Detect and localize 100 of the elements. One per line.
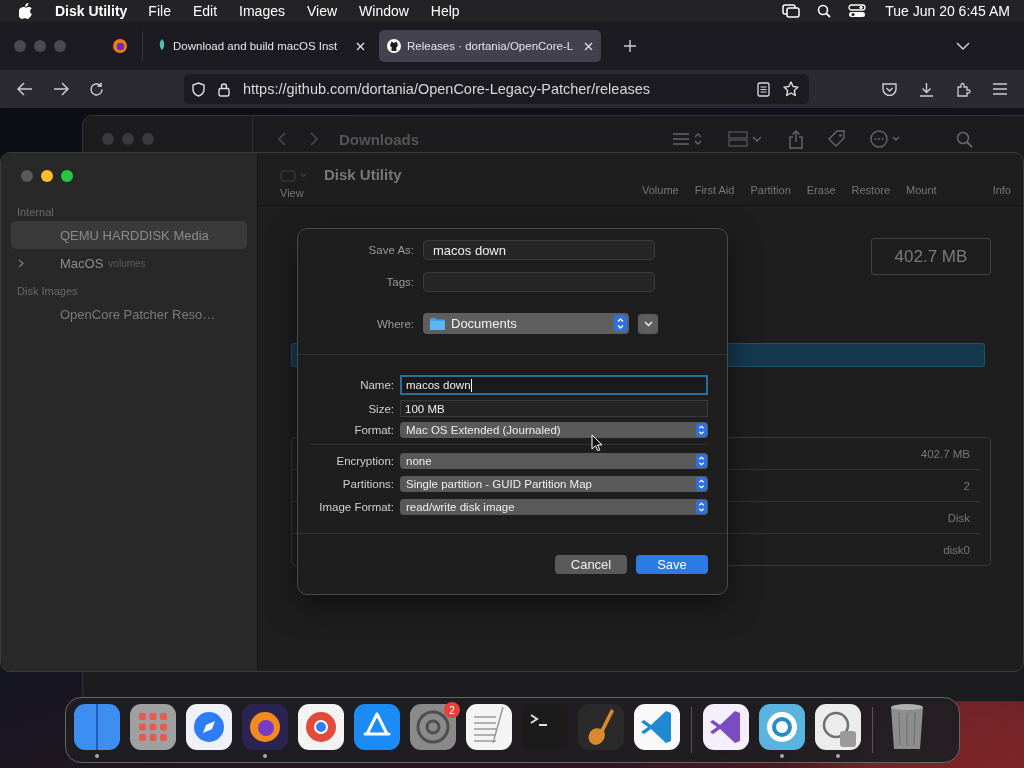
minimize-dot[interactable] bbox=[41, 170, 53, 182]
zoom-dot[interactable] bbox=[54, 40, 66, 52]
notification-badge: 2 bbox=[444, 702, 460, 718]
table-cell: Disk bbox=[947, 511, 970, 524]
app-icon[interactable] bbox=[577, 702, 625, 751]
menu-item[interactable]: Window bbox=[359, 3, 409, 19]
toolbar-button[interactable]: Restore bbox=[843, 162, 899, 196]
url-text: https://github.com/dortania/OpenCore-Legacy-Patcher/releases bbox=[243, 81, 651, 97]
app-icon[interactable] bbox=[353, 702, 401, 751]
app-icon[interactable] bbox=[814, 702, 862, 751]
menu-item[interactable]: Edit bbox=[192, 3, 218, 19]
shield-icon bbox=[192, 81, 205, 97]
app-icon[interactable] bbox=[465, 702, 513, 751]
toolbar-button[interactable]: Erase bbox=[798, 162, 844, 196]
chevron-down-icon bbox=[643, 320, 653, 327]
table-cell: 402.7 MB bbox=[920, 447, 970, 460]
field-label: Name: bbox=[359, 379, 394, 391]
more-icon[interactable] bbox=[870, 130, 902, 148]
folder-icon bbox=[430, 317, 445, 330]
zoom-dot[interactable] bbox=[142, 133, 154, 145]
close-dot[interactable] bbox=[14, 40, 26, 52]
control-center-icon[interactable] bbox=[848, 4, 867, 18]
screen-mirroring-icon[interactable] bbox=[782, 4, 801, 18]
menu-icon[interactable] bbox=[993, 83, 1007, 95]
apple-icon[interactable] bbox=[19, 3, 33, 19]
sidebar-item[interactable]: QEMU HARDDISK Media bbox=[11, 221, 247, 249]
close-dot[interactable] bbox=[21, 170, 33, 182]
stepper-icon bbox=[614, 315, 627, 332]
save-as-field[interactable]: macos down bbox=[423, 240, 655, 260]
pocket-icon[interactable] bbox=[882, 82, 897, 96]
stepper-icon bbox=[696, 500, 707, 514]
toolbar-button[interactable]: Info bbox=[984, 162, 1019, 196]
input-field[interactable]: macos down bbox=[400, 375, 708, 395]
share-icon[interactable] bbox=[788, 129, 804, 149]
window-title: Downloads bbox=[339, 130, 419, 148]
toolbar-button[interactable]: First Aid bbox=[686, 162, 743, 196]
new-tab-icon[interactable] bbox=[624, 40, 636, 52]
cat-icon bbox=[387, 39, 401, 53]
sidebar-heading: Internal bbox=[16, 206, 55, 218]
window-title: Disk Utility bbox=[324, 165, 402, 183]
browser-tab[interactable]: Download and build macOS Inst bbox=[147, 30, 373, 62]
field-label: Partitions: bbox=[341, 478, 394, 490]
chevron-down-icon[interactable] bbox=[956, 42, 970, 50]
cancel-button[interactable]: Cancel bbox=[555, 555, 627, 574]
minimize-dot[interactable] bbox=[34, 40, 46, 52]
input-field[interactable]: 100 MB bbox=[400, 400, 708, 417]
fox-globe-icon[interactable] bbox=[112, 38, 128, 54]
puzzle-icon[interactable] bbox=[956, 81, 971, 97]
app-icon[interactable] bbox=[702, 702, 750, 751]
popup-button[interactable]: Mac OS Extended (Journaled) bbox=[400, 422, 708, 438]
tags-field[interactable] bbox=[423, 272, 655, 292]
sidebar-item[interactable]: OpenCore Patcher Reso… bbox=[11, 300, 247, 328]
app-icon[interactable] bbox=[185, 702, 233, 751]
chevron-right-icon[interactable] bbox=[18, 258, 24, 268]
close-icon[interactable] bbox=[356, 41, 365, 51]
app-icon[interactable] bbox=[129, 702, 177, 751]
popup-button[interactable]: read/write disk image bbox=[400, 499, 708, 515]
expand-button[interactable] bbox=[638, 313, 658, 334]
stepper-icon bbox=[696, 423, 707, 437]
list-view-icon[interactable] bbox=[672, 131, 704, 147]
location-popup[interactable]: Documents bbox=[423, 313, 629, 334]
menu-item[interactable]: Images bbox=[239, 3, 285, 19]
menu-bar-clock[interactable]: Tue Jun 20 6:45 AM bbox=[885, 3, 1010, 19]
browser-tab[interactable]: Releases · dortania/OpenCore-L bbox=[379, 30, 601, 62]
close-icon[interactable] bbox=[584, 41, 593, 51]
lock-icon bbox=[218, 81, 230, 97]
app-icon[interactable] bbox=[297, 702, 345, 751]
toolbar-button[interactable]: Partition bbox=[742, 162, 799, 196]
table-cell: disk0 bbox=[943, 543, 970, 556]
field-label: Tags: bbox=[385, 276, 414, 288]
minimize-dot[interactable] bbox=[122, 133, 134, 145]
download-icon[interactable] bbox=[919, 81, 934, 97]
stepper-icon bbox=[696, 477, 707, 491]
search-icon[interactable] bbox=[817, 4, 832, 18]
app-menu[interactable]: Disk Utility bbox=[55, 3, 128, 19]
menu-item[interactable]: File bbox=[148, 3, 171, 19]
save-button[interactable]: Save bbox=[636, 555, 708, 574]
address-bar[interactable]: https://github.com/dortania/OpenCore-Legacy-Patcher/releases bbox=[184, 74, 809, 104]
app-icon[interactable] bbox=[633, 702, 681, 751]
reader-view-icon[interactable] bbox=[757, 81, 770, 97]
menu-item[interactable]: Help bbox=[430, 3, 460, 19]
capacity-label: 402.7 MB bbox=[871, 238, 991, 275]
toolbar-label: View bbox=[280, 186, 305, 199]
toolbar-button[interactable]: Mount bbox=[898, 162, 945, 196]
toolbar-button[interactable]: Volume bbox=[634, 162, 687, 196]
app-icon[interactable] bbox=[758, 702, 806, 751]
star-icon[interactable] bbox=[783, 81, 799, 97]
popup-button[interactable]: Single partition - GUID Partition Map bbox=[400, 476, 708, 492]
field-label: Save As: bbox=[367, 244, 414, 256]
close-dot[interactable] bbox=[102, 133, 114, 145]
zoom-dot[interactable] bbox=[61, 170, 73, 182]
reload-icon[interactable] bbox=[89, 81, 104, 97]
stepper-icon bbox=[696, 454, 707, 468]
popup-button[interactable]: none bbox=[400, 453, 708, 469]
menu-item[interactable]: View bbox=[306, 3, 338, 19]
field-label: Format: bbox=[353, 424, 394, 436]
app-icon[interactable] bbox=[241, 702, 289, 751]
field-label: Image Format: bbox=[318, 501, 394, 513]
table-cell: 2 bbox=[963, 479, 970, 492]
tag-icon[interactable] bbox=[828, 130, 846, 148]
